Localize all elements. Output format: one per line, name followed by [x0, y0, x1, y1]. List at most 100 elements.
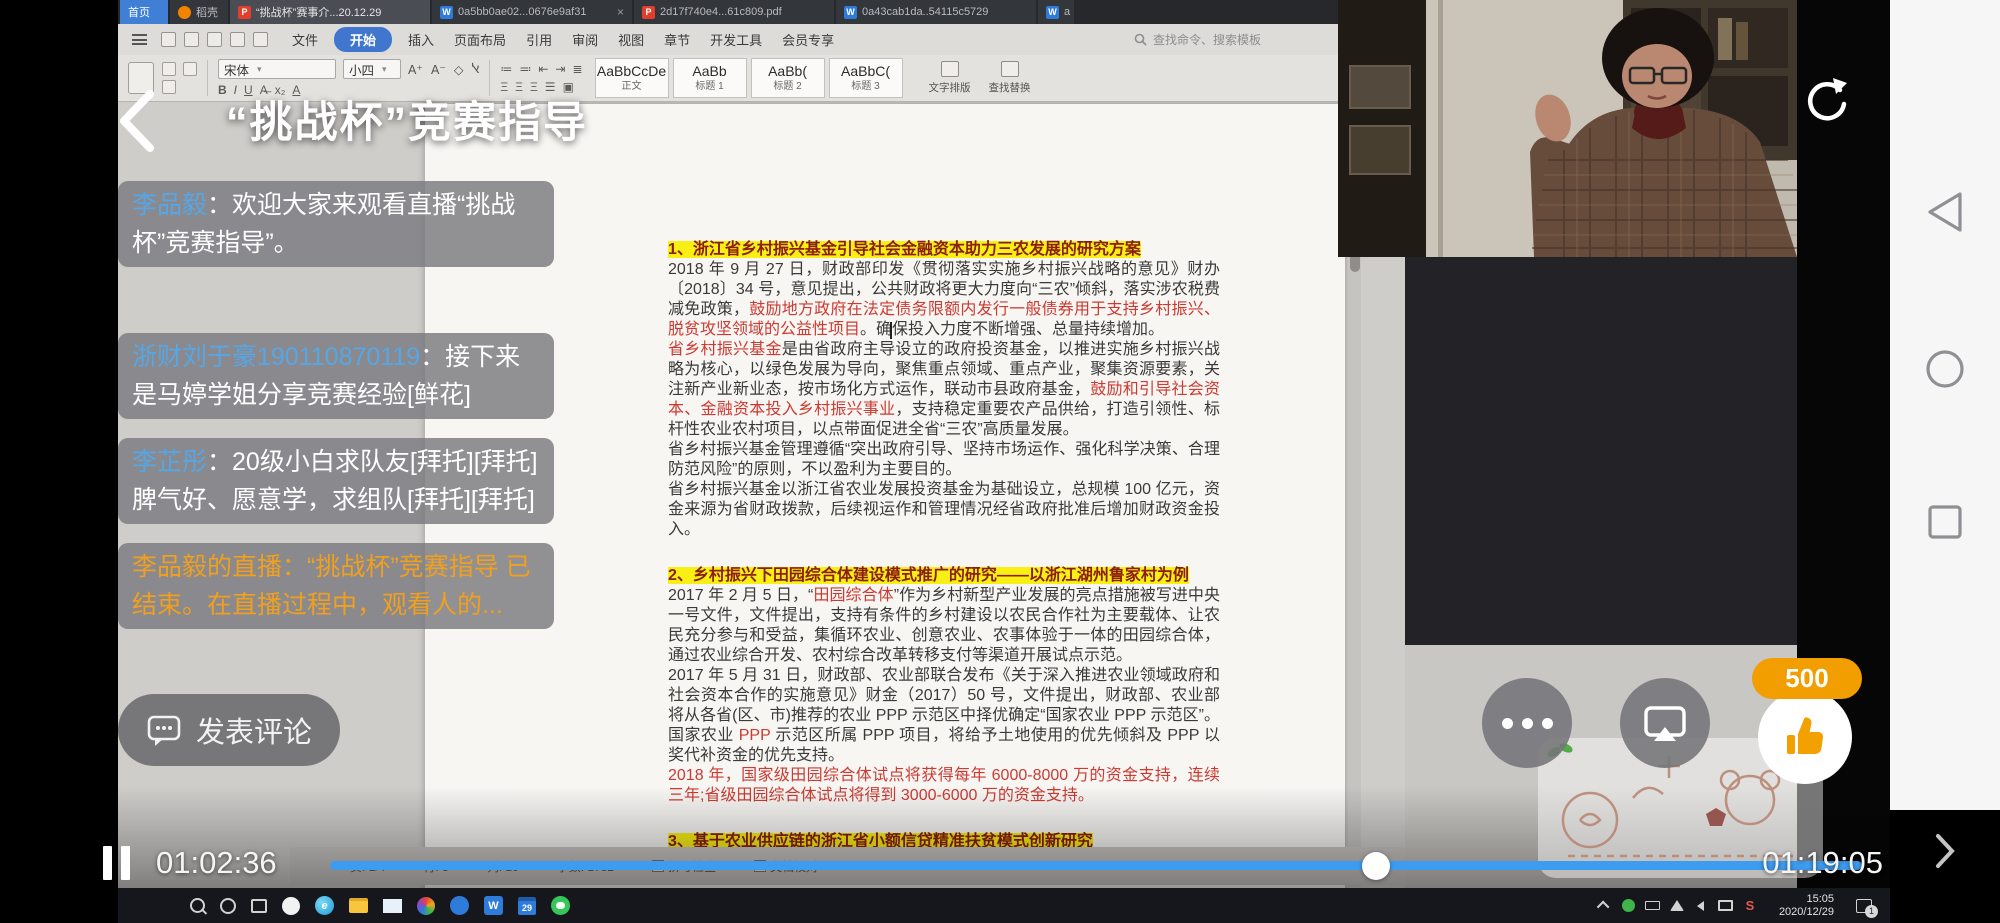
notifications-icon[interactable]: 1: [1856, 899, 1872, 913]
notification-badge: 1: [1865, 905, 1878, 918]
chat-text: 李品毅的直播：“挑战杯”竞赛指导 已结束。在直播过程中，观看人的...: [132, 553, 531, 619]
toolbar-tool-button[interactable]: 文字排版: [929, 61, 971, 95]
font-size-select[interactable]: 小四▾: [343, 59, 401, 79]
copy-icon[interactable]: [183, 62, 197, 76]
ribbon-menu-item[interactable]: 视图: [608, 27, 654, 52]
tray-icon[interactable]: [1694, 899, 1708, 913]
indent-left-icon[interactable]: ⇤: [538, 62, 548, 76]
hamburger-icon[interactable]: [132, 34, 147, 45]
ellipsis-icon: [1502, 718, 1553, 729]
ribbon-menu-item[interactable]: 开发工具: [700, 27, 772, 52]
taskbar-app-icon[interactable]: [282, 897, 300, 915]
format-painter-icon[interactable]: [162, 80, 176, 94]
font-family-select[interactable]: 宋体▾: [218, 59, 336, 79]
doc-paragraph: 省乡村振兴基金以浙江省农业发展投资基金为基础设立，总规模 100 亿元，资金来源…: [668, 480, 1220, 540]
cut-icon[interactable]: [162, 62, 176, 76]
android-recents-icon[interactable]: [1926, 503, 1964, 541]
tray-icon[interactable]: [1645, 901, 1660, 910]
print-preview-icon[interactable]: [207, 32, 222, 47]
comment-bubble-icon: [146, 713, 182, 747]
tray-icon[interactable]: [1598, 899, 1612, 913]
ribbon-menu-item[interactable]: 会员专享: [772, 27, 844, 52]
expand-chevron-icon[interactable]: [1934, 832, 1956, 870]
print-icon[interactable]: [184, 32, 199, 47]
taskbar-app-icon[interactable]: [383, 899, 402, 913]
number-list-icon[interactable]: ≕: [519, 62, 531, 76]
taskbar-app-icon[interactable]: [551, 896, 570, 915]
ribbon-menu-item[interactable]: 引用: [516, 27, 562, 52]
taskbar-app-icon[interactable]: [417, 897, 435, 915]
taskbar-icon-glyph: W: [488, 900, 498, 912]
indent-right-icon[interactable]: ⇥: [555, 62, 565, 76]
toolbar-divider: [207, 60, 208, 96]
presenter-webcam-video[interactable]: [1338, 0, 1797, 257]
android-home-icon[interactable]: [1924, 348, 1966, 390]
toolbar-tool-button[interactable]: 查找替换: [989, 61, 1031, 95]
paragraph-style-option[interactable]: AaBb( 标题 2: [751, 58, 825, 98]
wps-document-tab[interactable]: P 2d17f740e4...61c809.pdf: [634, 0, 834, 24]
cast-icon: [1642, 703, 1688, 743]
doc-paragraph: 2017 年 2 月 5 日，“田园综合体”作为乡村新型产业发展的亮点措施被写进…: [668, 586, 1220, 666]
wps-document-tab[interactable]: W a: [1038, 0, 1074, 24]
paragraph-style-option[interactable]: AaBbC( 标题 3: [829, 58, 903, 98]
ribbon-menu-item[interactable]: 章节: [654, 27, 700, 52]
taskbar-app-icon[interactable]: [251, 899, 267, 913]
grow-font-icon[interactable]: A⁺: [408, 62, 423, 77]
wps-document-tab[interactable]: P “挑战杯”赛事介...20.12.29: [230, 0, 430, 24]
redo-icon[interactable]: [253, 32, 268, 47]
wps-document-tab[interactable]: 稻壳: [170, 0, 228, 24]
taskbar-app-icon[interactable]: [154, 895, 175, 916]
taskbar-clock[interactable]: 15:05 2020/12/29: [1779, 893, 1834, 919]
taskbar-app-icon[interactable]: W: [484, 896, 503, 915]
taskbar-app-icon[interactable]: e: [315, 896, 334, 915]
pause-button[interactable]: [103, 846, 130, 880]
doc-heading: 2、乡村振兴下田园综合体建设模式推广的研究——以浙江湖州鲁家村为例: [668, 566, 1220, 586]
post-comment-button[interactable]: 发表评论: [118, 694, 340, 766]
doc-paragraph: 省乡村振兴基金是由省政府主导设立的政府投资基金，以推进实施乡村振兴战略为核心，以…: [668, 340, 1220, 440]
shrink-font-icon[interactable]: A⁻: [431, 62, 446, 77]
clear-format-icon[interactable]: ◇: [454, 62, 464, 77]
taskbar-app-icon[interactable]: 29: [518, 897, 536, 915]
chat-message: 李芷彤：20级小白求队友[拜托][拜托]脾气好、愿意学，求组队[拜托][拜托]: [118, 438, 554, 524]
like-button[interactable]: [1758, 690, 1852, 784]
chat-username[interactable]: 李品毅: [132, 191, 207, 219]
taskbar-app-icon[interactable]: [349, 898, 368, 913]
rotate-screen-button[interactable]: [1800, 74, 1852, 126]
wps-document-tab[interactable]: W 0a5bb0ae02...0676e9af31 ×: [432, 0, 632, 24]
style-sample: AaBbCcDe: [597, 63, 666, 80]
paragraph-style-option[interactable]: AaBbCcDe 正文: [595, 58, 669, 98]
ribbon-menu-item[interactable]: 审阅: [562, 27, 608, 52]
taskbar-app-icon[interactable]: [190, 898, 205, 913]
ribbon-menu-item[interactable]: 开始: [334, 27, 392, 52]
ribbon-menu-item[interactable]: 文件: [282, 27, 328, 52]
tray-icon[interactable]: S: [1743, 899, 1757, 913]
search-hint: 查找命令、搜索模板: [1153, 31, 1261, 48]
style-name: 正文: [622, 80, 642, 93]
taskbar-app-icon[interactable]: [450, 896, 469, 915]
command-search[interactable]: 查找命令、搜索模板: [1134, 31, 1261, 48]
more-options-button[interactable]: [1482, 678, 1572, 768]
line-spacing-icon[interactable]: ≣: [572, 62, 582, 76]
back-button[interactable]: [110, 86, 164, 156]
highlight-icon[interactable]: ﭏ: [472, 62, 480, 76]
save-icon[interactable]: [161, 32, 176, 47]
progress-bar[interactable]: [330, 861, 1862, 870]
tray-icon[interactable]: [1718, 900, 1733, 911]
chat-username[interactable]: 李芷彤: [132, 448, 207, 476]
wps-document-tab[interactable]: W 0a43cab1da..54115c5729: [836, 0, 1036, 24]
cast-to-tv-button[interactable]: [1620, 678, 1710, 768]
webcam-scene: [1338, 0, 1797, 257]
android-back-icon[interactable]: [1924, 190, 1966, 234]
chat-username[interactable]: 浙财刘于豪190110870119: [132, 343, 420, 371]
progress-thumb[interactable]: [1362, 852, 1390, 880]
tab-close-icon[interactable]: ×: [617, 5, 624, 19]
tray-icon[interactable]: [1670, 900, 1684, 911]
tray-icon[interactable]: [1622, 899, 1635, 912]
ribbon-menu-item[interactable]: 插入: [398, 27, 444, 52]
wps-document-tab[interactable]: 首页: [120, 0, 168, 24]
undo-icon[interactable]: [230, 32, 245, 47]
taskbar-app-icon[interactable]: [220, 898, 236, 914]
ribbon-menu-item[interactable]: 页面布局: [444, 27, 516, 52]
bullet-list-icon[interactable]: ≔: [500, 62, 512, 76]
paragraph-style-option[interactable]: AaBb 标题 1: [673, 58, 747, 98]
